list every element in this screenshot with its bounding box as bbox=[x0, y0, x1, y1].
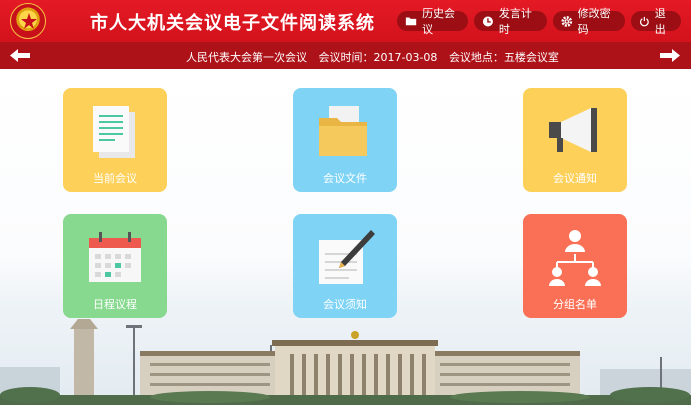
folder-icon bbox=[405, 17, 417, 26]
folder-icon bbox=[319, 106, 367, 156]
tile-group-list[interactable]: 分组名单 bbox=[523, 214, 627, 318]
change-password-label: 修改密码 bbox=[577, 7, 611, 36]
national-emblem-logo bbox=[10, 3, 46, 39]
app-header: 市人大机关会议电子文件阅读系统 历史会议 发言计时 修改密码 退出 bbox=[0, 0, 691, 42]
arrow-left-icon[interactable] bbox=[9, 48, 31, 63]
history-meetings-button[interactable]: 历史会议 bbox=[397, 7, 468, 36]
meeting-time-label: 会议时间： bbox=[318, 51, 374, 64]
arrow-right-icon[interactable] bbox=[659, 48, 681, 63]
tile-label: 当前会议 bbox=[93, 172, 137, 185]
speech-timer-button[interactable]: 发言计时 bbox=[474, 7, 547, 36]
meeting-place: 五楼会议室 bbox=[503, 51, 559, 64]
logout-label: 退出 bbox=[654, 7, 666, 36]
tile-meeting-notice[interactable]: 会议通知 bbox=[523, 88, 627, 192]
clock-icon bbox=[482, 15, 493, 27]
speech-timer-label: 发言计时 bbox=[498, 7, 532, 36]
calendar-icon bbox=[89, 232, 141, 282]
note-pen-icon bbox=[319, 230, 375, 284]
org-chart-icon bbox=[549, 230, 601, 286]
tile-agenda[interactable]: 日程议程 bbox=[63, 214, 167, 318]
tile-label: 会议须知 bbox=[323, 298, 367, 311]
meeting-info-bar: 人民代表大会第一次会议 会议时间：2017-03-08 会议地点：五楼会议室 bbox=[0, 42, 691, 69]
meeting-name: 人民代表大会第一次会议 bbox=[186, 51, 307, 64]
gear-icon bbox=[561, 15, 573, 27]
tile-meeting-guidelines[interactable]: 会议须知 bbox=[293, 214, 397, 318]
document-icon bbox=[93, 106, 135, 158]
meeting-info: 人民代表大会第一次会议 会议时间：2017-03-08 会议地点：五楼会议室 bbox=[186, 49, 567, 65]
logout-button[interactable]: 退出 bbox=[631, 7, 681, 36]
meeting-place-label: 会议地点： bbox=[448, 51, 504, 64]
history-meetings-label: 历史会议 bbox=[422, 7, 456, 36]
app-title: 市人大机关会议电子文件阅读系统 bbox=[90, 13, 375, 34]
tile-label: 日程议程 bbox=[93, 298, 137, 311]
change-password-button[interactable]: 修改密码 bbox=[553, 7, 625, 36]
meeting-time: 2017-03-08 bbox=[373, 51, 438, 64]
megaphone-icon bbox=[549, 108, 597, 152]
tile-label: 分组名单 bbox=[553, 298, 597, 311]
tile-label: 会议通知 bbox=[553, 172, 597, 185]
tile-label: 会议文件 bbox=[323, 172, 367, 185]
power-icon bbox=[640, 16, 649, 26]
tile-current-meeting[interactable]: 当前会议 bbox=[63, 88, 167, 192]
tile-meeting-files[interactable]: 会议文件 bbox=[293, 88, 397, 192]
